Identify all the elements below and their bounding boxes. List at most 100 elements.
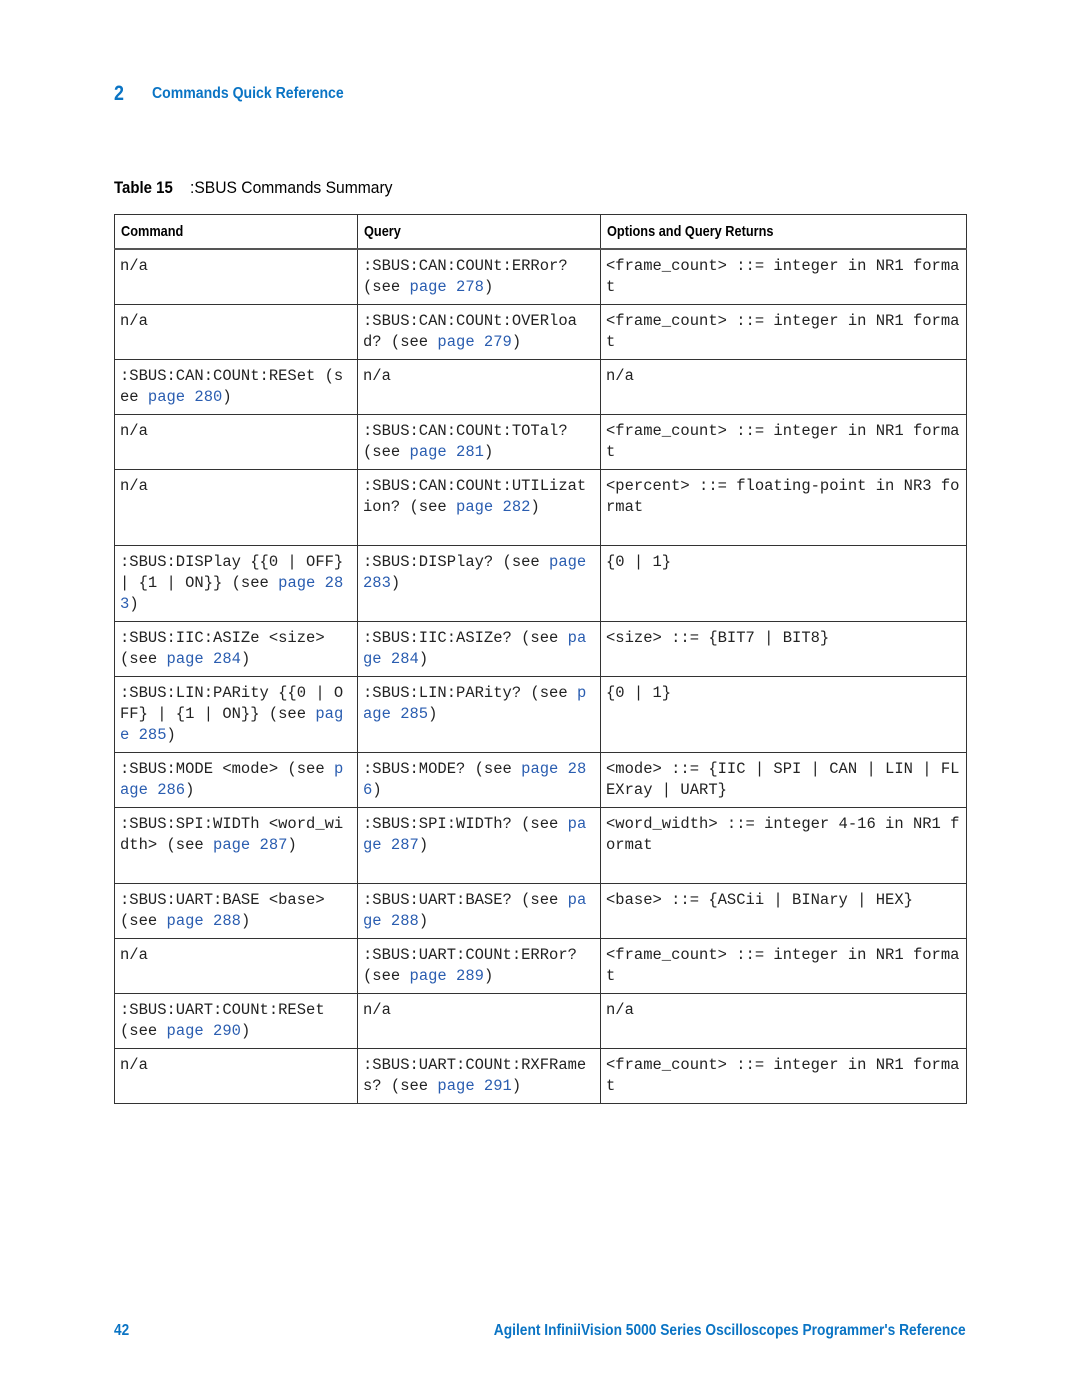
command-text: n/a — [120, 946, 148, 964]
options-text: <mode> ::= {IIC | SPI | CAN | LIN | FLEX… — [606, 760, 960, 799]
command-text-suffix: ) — [166, 726, 176, 744]
page-reference-link[interactable]: page 280 — [148, 388, 222, 406]
query-text: n/a — [363, 367, 391, 385]
options-text: n/a — [606, 367, 634, 385]
query-text-suffix: ) — [428, 705, 438, 723]
options-text: <frame_count> ::= integer in NR1 format — [606, 257, 960, 296]
cell-options: n/a — [600, 359, 967, 415]
command-text: n/a — [120, 1056, 148, 1074]
table-row: n/a:SBUS:UART:COUNt:ERRor? (see page 289… — [114, 938, 967, 994]
options-text: <frame_count> ::= integer in NR1 format — [606, 1056, 960, 1095]
cell-command: n/a — [114, 1048, 358, 1104]
cell-query: :SBUS:LIN:PARity? (see page 285) — [357, 676, 601, 753]
query-text-suffix: ) — [511, 333, 522, 351]
cell-query: :SBUS:IIC:ASIZe? (see page 284) — [357, 621, 601, 677]
table-row: :SBUS:DISPlay {{0 | OFF} | {1 | ON}} (se… — [114, 545, 967, 622]
query-text-suffix: ) — [390, 574, 401, 592]
cell-query: :SBUS:UART:BASE? (see page 288) — [357, 883, 601, 939]
query-text-suffix: ) — [418, 650, 429, 668]
table-caption: Table 15 :SBUS Commands Summary — [114, 178, 410, 198]
query-text: :SBUS:LIN:PARity? (see — [363, 684, 577, 702]
options-text: {0 | 1} — [606, 553, 672, 571]
query-text-suffix: ) — [418, 836, 429, 854]
cell-query: :SBUS:UART:COUNt:RXFRames? (see page 291… — [357, 1048, 601, 1104]
command-text-suffix: ) — [287, 836, 297, 854]
cell-options: {0 | 1} — [600, 676, 967, 753]
options-text: <percent> ::= floating-point in NR3 form… — [606, 477, 960, 516]
cell-query: :SBUS:MODE? (see page 286) — [357, 752, 601, 808]
options-text: <frame_count> ::= integer in NR1 format — [606, 312, 960, 351]
options-text: n/a — [606, 1001, 634, 1019]
command-text: n/a — [120, 312, 148, 330]
page-reference-link[interactable]: page 282 — [456, 498, 530, 516]
sbus-commands-table: Command Query Options and Query Returns … — [114, 214, 967, 1104]
query-text: :SBUS:IIC:ASIZe? (see — [363, 629, 568, 647]
cell-query: n/a — [357, 993, 601, 1049]
cell-options: <base> ::= {ASCii | BINary | HEX} — [600, 883, 967, 939]
query-text-suffix: ) — [530, 498, 540, 516]
cell-options: <frame_count> ::= integer in NR1 format — [600, 304, 967, 360]
command-text: n/a — [120, 477, 148, 495]
cell-query: :SBUS:SPI:WIDTh? (see page 287) — [357, 807, 601, 884]
query-text: n/a — [363, 1001, 391, 1019]
query-text: :SBUS:DISPlay? (see — [363, 553, 550, 571]
page-reference-link[interactable]: page 278 — [410, 278, 484, 296]
page-reference-link[interactable]: page 289 — [410, 967, 484, 985]
cell-options: <frame_count> ::= integer in NR1 format — [600, 248, 967, 305]
command-text: :SBUS:LIN:PARity {{0 | OFF} | {1 | ON}} … — [120, 684, 344, 723]
command-text: n/a — [120, 422, 148, 440]
page-reference-link[interactable]: page 288 — [167, 912, 241, 930]
table-row: n/a :SBUS:CAN:COUNt:OVERload? (see page 2… — [114, 304, 967, 360]
command-text-suffix: ) — [129, 595, 139, 613]
cell-command: :SBUS:IIC:ASIZe <size> (see page 284) — [114, 621, 358, 677]
page-reference-link[interactable]: page 287 — [213, 836, 287, 854]
table-row: :SBUS:CAN:COUNt:RESet (see page 280) n/a n… — [114, 359, 967, 415]
query-text-suffix: ) — [418, 912, 429, 930]
chapter-heading: 2 Commands Quick Reference — [114, 82, 370, 106]
chapter-number: 2 — [114, 82, 124, 105]
page-reference-link[interactable]: page 281 — [410, 443, 484, 461]
cell-query: :SBUS:CAN:COUNt:UTILization? (see page 2… — [357, 469, 601, 546]
cell-command: n/a — [114, 414, 358, 470]
options-text: <word_width> ::= integer 4-16 in NR1 for… — [606, 815, 960, 854]
query-text: :SBUS:MODE? (see — [363, 760, 522, 778]
command-text-suffix: ) — [240, 912, 251, 930]
page-reference-link[interactable]: page 284 — [167, 650, 241, 668]
command-text-suffix: ) — [222, 388, 232, 406]
table-body: n/a:SBUS:CAN:COUNt:ERRor? (see page 278)… — [114, 248, 967, 1104]
table-row: :SBUS:SPI:WIDTh <word_width> (see page 2… — [114, 807, 967, 884]
cell-command: :SBUS:LIN:PARity {{0 | OFF} | {1 | ON}} … — [114, 676, 358, 753]
options-text: <base> ::= {ASCii | BINary | HEX} — [606, 891, 913, 909]
query-text-suffix: ) — [483, 967, 494, 985]
table-row: :SBUS:UART:COUNt:RESet (see page 290) n/a… — [114, 993, 967, 1049]
cell-command: n/a — [114, 248, 358, 305]
query-text: :SBUS:SPI:WIDTh? (see — [363, 815, 568, 833]
cell-options: <size> ::= {BIT7 | BIT8} — [600, 621, 967, 677]
cell-options: {0 | 1} — [600, 545, 967, 622]
table-row: n/a:SBUS:CAN:COUNt:ERRor? (see page 278)… — [114, 248, 967, 305]
table-caption-label: Table 15 — [114, 178, 173, 197]
cell-query: :SBUS:CAN:COUNt:ERRor? (see page 278) — [357, 248, 601, 305]
header-query: Query — [357, 214, 601, 250]
header-query-label: Query — [364, 223, 401, 240]
options-text: <size> ::= {BIT7 | BIT8} — [606, 629, 830, 647]
cell-command: :SBUS:UART:COUNt:RESet (see page 290) — [114, 993, 358, 1049]
table-row: :SBUS:IIC:ASIZe <size> (see page 284):SB… — [114, 621, 967, 677]
cell-options: <frame_count> ::= integer in NR1 format — [600, 938, 967, 994]
cell-command: :SBUS:CAN:COUNt:RESet (see page 280) — [114, 359, 358, 415]
command-text-suffix: ) — [240, 650, 251, 668]
table-caption-title: :SBUS Commands Summary — [189, 178, 393, 197]
cell-query: :SBUS:DISPlay? (see page 283) — [357, 545, 601, 622]
cell-command: n/a — [114, 938, 358, 994]
cell-query: n/a — [357, 359, 601, 415]
query-text-suffix: ) — [511, 1077, 522, 1095]
page-reference-link[interactable]: page 291 — [437, 1077, 511, 1095]
header-options: Options and Query Returns — [600, 214, 967, 250]
page-reference-link[interactable]: page 290 — [167, 1022, 241, 1040]
page-reference-link[interactable]: page 279 — [437, 333, 511, 351]
cell-command: :SBUS:UART:BASE <base> (see page 288) — [114, 883, 358, 939]
header-options-label: Options and Query Returns — [607, 223, 774, 240]
command-text-suffix: ) — [185, 781, 195, 799]
cell-query: :SBUS:CAN:COUNt:OVERload? (see page 279) — [357, 304, 601, 360]
query-text-suffix: ) — [483, 443, 494, 461]
